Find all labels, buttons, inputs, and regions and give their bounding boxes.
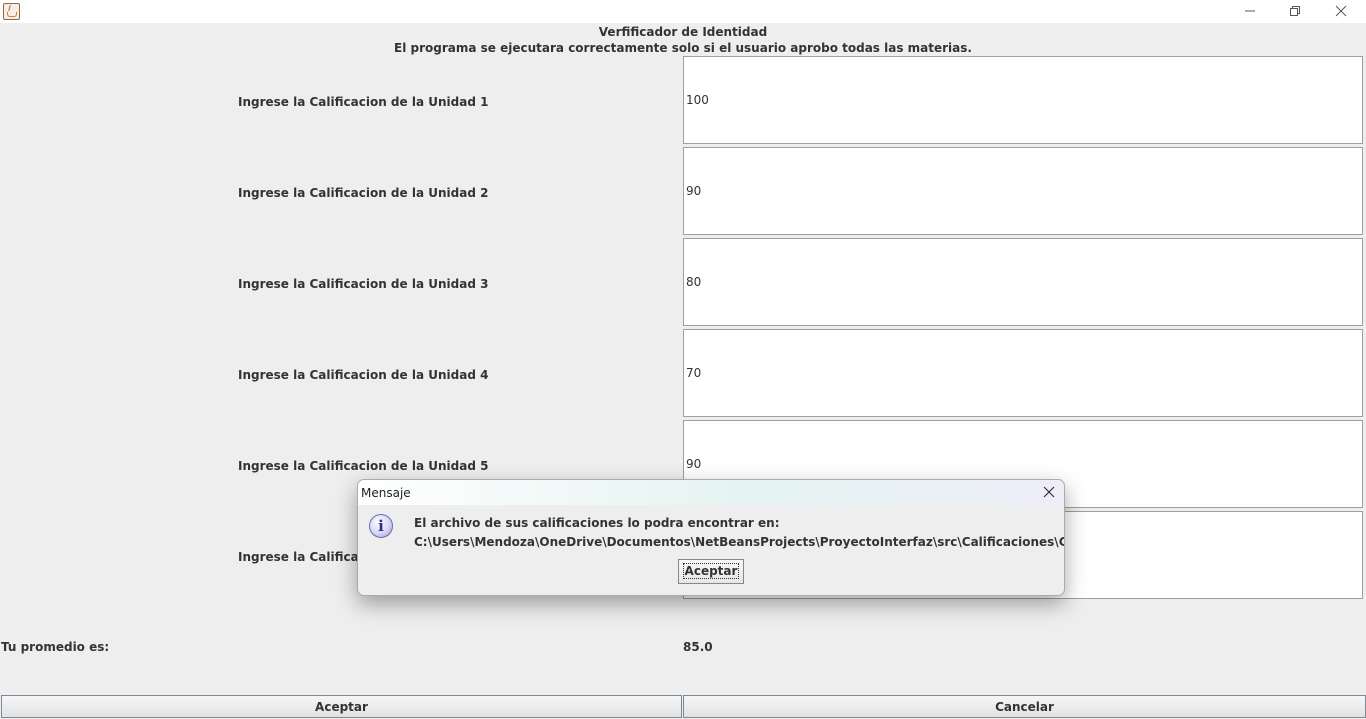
close-window-button[interactable]	[1318, 0, 1364, 23]
unit-5-label: Ingrese la Calificacion de la Unidad 5	[238, 459, 489, 473]
maximize-button[interactable]	[1272, 0, 1318, 23]
average-label: Tu promedio es:	[1, 640, 110, 654]
restore-icon	[1290, 6, 1300, 16]
unit-3-label: Ingrese la Calificacion de la Unidad 3	[238, 277, 489, 291]
close-icon	[1335, 5, 1347, 17]
page-title: Verfificador de Identidad	[598, 25, 768, 39]
unit-2-input[interactable]	[683, 147, 1363, 235]
unit-3-input[interactable]	[683, 238, 1363, 326]
dialog-message-line1: El archivo de sus calificaciones lo podr…	[414, 516, 780, 530]
dialog-close-icon[interactable]	[1042, 485, 1056, 499]
dialog-accept-button[interactable]: Aceptar	[678, 559, 744, 584]
accept-button[interactable]: Aceptar	[1, 695, 682, 718]
average-value: 85.0	[683, 640, 713, 654]
window-title-bar	[0, 0, 1366, 23]
dialog-message-path: C:\Users\Mendoza\OneDrive\Documentos\Net…	[414, 535, 1064, 549]
unit-2-label: Ingrese la Calificacion de la Unidad 2	[238, 186, 489, 200]
java-app-icon	[3, 3, 20, 20]
cancel-button[interactable]: Cancelar	[683, 695, 1366, 718]
unit-4-input[interactable]	[683, 329, 1363, 417]
minimize-icon	[1245, 10, 1255, 12]
info-icon: i	[369, 514, 393, 538]
minimize-button[interactable]	[1227, 0, 1273, 23]
message-dialog: Mensaje i El archivo de sus calificacion…	[357, 479, 1065, 596]
unit-4-label: Ingrese la Calificacion de la Unidad 4	[238, 368, 489, 382]
page-subtitle: El programa se ejecutara correctamente s…	[394, 41, 972, 55]
dialog-accept-label: Aceptar	[682, 563, 740, 579]
dialog-title-bar: Mensaje	[358, 480, 1064, 505]
unit-1-label: Ingrese la Calificacion de la Unidad 1	[238, 95, 489, 109]
dialog-title: Mensaje	[361, 486, 411, 500]
unit-1-input[interactable]	[683, 56, 1363, 144]
